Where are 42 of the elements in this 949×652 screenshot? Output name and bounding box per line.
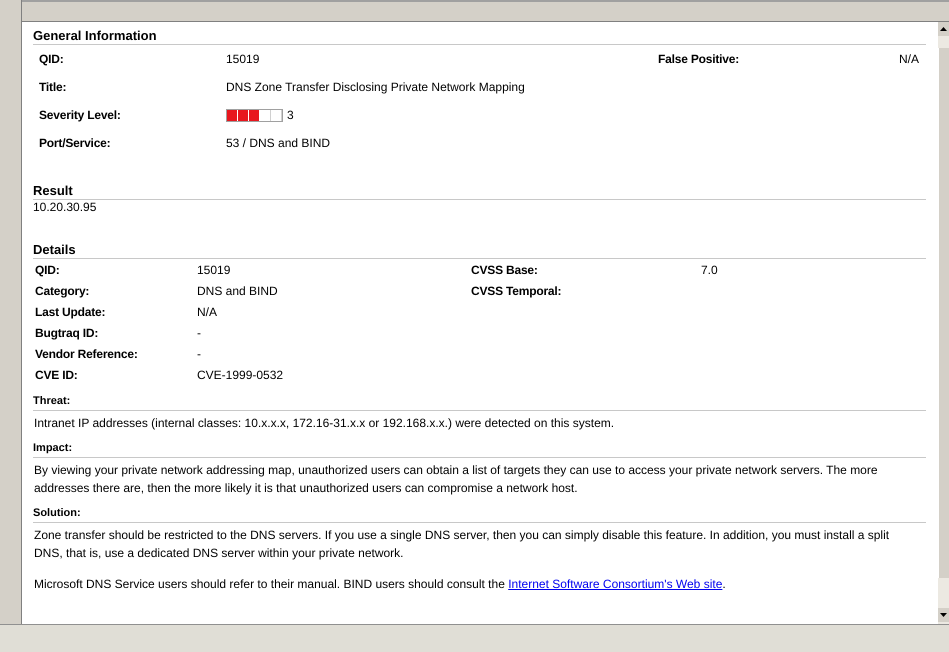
result-value: 10.20.30.95 [33,200,98,214]
section-heading: Threat: [33,393,926,411]
field-label: QID: [35,262,60,276]
scroll-up-button[interactable] [938,22,949,36]
field-value: 15019 [197,262,230,276]
field-label: Port/Service: [39,136,110,150]
field-label: Severity Level: [39,108,121,122]
field-label: Vendor Reference: [35,346,138,360]
up-arrow-icon [940,27,947,31]
field-label: Bugtraq ID: [35,326,98,340]
field-value: - [197,346,201,360]
section-heading: Impact: [33,440,926,458]
web-link[interactable]: Internet Software Consortium's Web site [508,577,722,591]
field-value: N/A [899,52,920,66]
field-label: Title: [39,80,66,94]
field-label: CVSS Temporal: [471,284,562,298]
paragraph: Intranet IP addresses (internal classes: 10.x.x.x, 172.16-31.x.x or 192.168.x.x.) were detected on this system. [34,415,616,432]
scrollbar-thumb[interactable] [938,48,949,578]
field-label: Last Update: [35,304,106,318]
paragraph: Zone transfer should be restricted to the DNS servers. If you use a single DNS server, then you can simply disable this feature. In addition, you must install a split DNS, that is, use a dedicated DNS server within your private network. [34,527,890,562]
field-value: 7.0 [701,262,718,276]
field-label: CVE ID: [35,368,78,382]
field-label: Category: [35,284,90,298]
section-heading: General Information [33,28,926,45]
field-value: DNS and BIND [197,284,278,298]
section-heading: Solution: [33,505,926,523]
field-value: N/A [197,304,218,318]
field-label: False Positive: [658,52,740,66]
field-value: - [197,326,201,340]
down-arrow-icon [940,613,947,617]
section-heading: Details [33,242,926,259]
scroll-down-button[interactable] [938,608,949,622]
field-label: QID: [39,52,64,66]
field-value: DNS Zone Transfer Disclosing Private Network Mapping [226,80,525,94]
field-value: 15019 [226,52,260,66]
field-value: CVE-1999-0532 [197,368,284,382]
paragraph: By viewing your private network addressing map, unauthorized users can obtain a list of targets they can use to access your private network servers. The more addresses there are, then the more likely it is that unauthorized users can compromise a network host. [34,462,879,497]
field-label: CVSS Base: [471,262,538,276]
paragraph: Microsoft DNS Service users should refer to their manual. BIND users should consult the Internet Software Consortium's Web site. [34,576,727,593]
section-heading: Result [33,183,926,200]
severity-value: 3 [287,108,294,122]
field-value: 53 / DNS and BIND [226,136,330,150]
